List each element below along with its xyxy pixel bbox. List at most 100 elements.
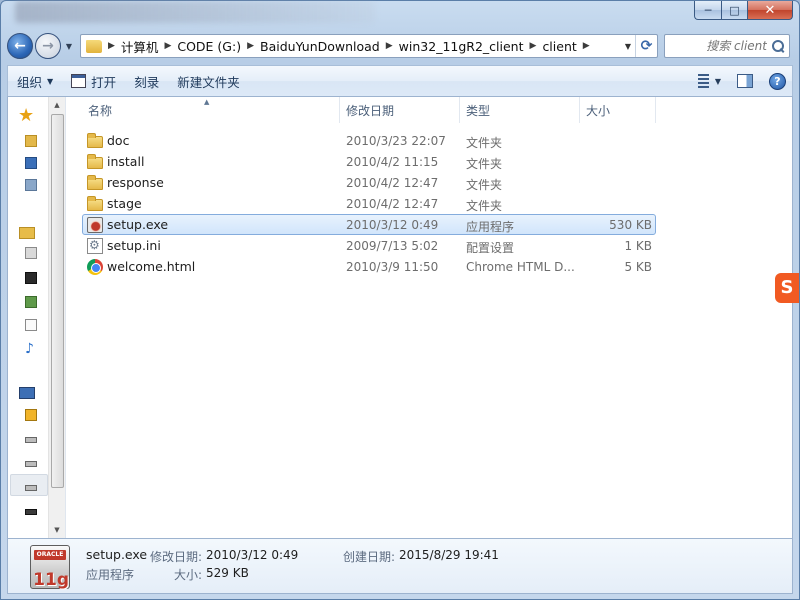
file-modified: 2010/4/2 11:15	[346, 155, 439, 169]
videos-icon[interactable]	[25, 272, 37, 284]
command-bar-right: ▼ ?	[693, 72, 792, 90]
breadcrumb-computer[interactable]: 计算机	[121, 37, 159, 56]
file-size: 530 KB	[609, 218, 652, 232]
address-bar[interactable]: ▶ 计算机 ▶ CODE (G:) ▶ BaiduYunDownload ▶ w…	[80, 34, 658, 58]
column-header-size[interactable]: 大小	[580, 97, 656, 123]
details-modified-value: 2010/3/12 0:49	[206, 548, 299, 562]
refresh-button[interactable]: ⟳	[635, 35, 657, 57]
drive-icon[interactable]	[25, 461, 37, 467]
scroll-up-icon[interactable]: ▲	[49, 97, 65, 113]
new-folder-button[interactable]: 新建文件夹	[168, 66, 249, 96]
column-headers: ▲ 名称 修改日期 类型 大小	[66, 97, 792, 123]
folder-icon	[87, 175, 103, 190]
sogou-ime-badge[interactable]: S	[775, 273, 799, 303]
drive-icon[interactable]	[25, 485, 37, 491]
folder-icon[interactable]	[25, 135, 37, 147]
maximize-button[interactable]: □	[721, 1, 747, 20]
desktop-icon[interactable]	[25, 157, 37, 169]
explorer-window: ─ □ ✕ ← → ▼ ▶ 计算机 ▶ CODE (G:) ▶ BaiduYun…	[0, 0, 800, 600]
documents-icon[interactable]	[25, 319, 37, 331]
favorites-star-icon[interactable]: ★	[18, 107, 36, 125]
file-name: doc	[107, 133, 130, 148]
file-name: response	[107, 175, 164, 190]
details-filename: setup.exe	[86, 547, 148, 562]
navigation-scrollbar[interactable]: ▲ ▼	[48, 97, 65, 538]
folder-icon	[87, 196, 103, 211]
open-button[interactable]: 打开	[62, 66, 125, 96]
chevron-down-icon[interactable]: ▼	[715, 77, 721, 86]
file-name: stage	[107, 196, 142, 211]
window-title-blurred	[15, 1, 375, 23]
column-header-modified[interactable]: 修改日期	[340, 97, 460, 123]
details-modified-label: 修改日期:	[150, 550, 203, 564]
burn-button[interactable]: 刻录	[125, 66, 168, 96]
breadcrumb-drive[interactable]: CODE (G:)	[177, 39, 241, 54]
column-name-label: 名称	[88, 103, 113, 118]
column-header-name[interactable]: 名称	[82, 97, 340, 123]
music-icon[interactable]: ♪	[25, 342, 37, 356]
file-row-welcome-html[interactable]: welcome.html 2010/3/9 11:50 Chrome HTML …	[82, 256, 656, 277]
scroll-down-icon[interactable]: ▼	[49, 522, 65, 538]
breadcrumb-baiduyundownload[interactable]: BaiduYunDownload	[260, 39, 380, 54]
column-header-type[interactable]: 类型	[460, 97, 580, 123]
minimize-button[interactable]: ─	[694, 1, 721, 20]
scrollbar-thumb[interactable]	[51, 114, 64, 488]
search-icon[interactable]	[771, 39, 785, 53]
folder-icon	[87, 154, 103, 169]
command-bar: 组织 ▼ 打开 刻录 新建文件夹 ▼ ?	[7, 65, 793, 97]
breadcrumb-client[interactable]: client	[542, 39, 576, 54]
file-row-setup-exe[interactable]: setup.exe 2010/3/12 0:49 应用程序 530 KB	[82, 214, 656, 235]
back-button[interactable]: ←	[7, 33, 33, 59]
recent-places-icon[interactable]	[25, 179, 37, 191]
chevron-right-icon[interactable]: ▶	[524, 41, 543, 51]
documents-icon[interactable]	[25, 247, 37, 259]
file-row-setup-ini[interactable]: setup.ini 2009/7/13 5:02 配置设置 1 KB	[82, 235, 656, 256]
chevron-right-icon[interactable]: ▶	[380, 41, 399, 51]
file-list-pane: ▲ 名称 修改日期 类型 大小 doc 2010/3/23 22:07 文件夹 …	[66, 97, 792, 538]
file-row-response[interactable]: response 2010/4/2 12:47 文件夹	[82, 172, 656, 193]
windows-drive-icon[interactable]	[25, 409, 37, 421]
recent-pages-dropdown[interactable]: ▼	[62, 42, 76, 51]
file-name: setup.exe	[107, 217, 169, 232]
search-input[interactable]	[677, 39, 767, 53]
file-type: 文件夹	[466, 199, 503, 213]
pictures-icon[interactable]	[25, 296, 37, 308]
help-icon[interactable]: ?	[769, 72, 786, 90]
navigation-bar: ← → ▼ ▶ 计算机 ▶ CODE (G:) ▶ BaiduYunDownlo…	[7, 31, 793, 61]
details-pane: ORACLE 11g setup.exe 修改日期: 2010/3/12 0:4…	[7, 538, 793, 594]
forward-button[interactable]: →	[35, 33, 61, 59]
removable-drive-icon[interactable]	[25, 509, 37, 515]
chevron-right-icon[interactable]: ▶	[577, 41, 596, 51]
new-folder-label: 新建文件夹	[177, 74, 240, 90]
file-modified: 2009/7/13 5:02	[346, 239, 439, 253]
oracle-version-text: 11g	[33, 570, 69, 590]
close-button[interactable]: ✕	[747, 1, 793, 20]
file-modified: 2010/3/12 0:49	[346, 218, 439, 232]
address-history-dropdown[interactable]: ▼	[621, 35, 635, 57]
organize-button[interactable]: 组织 ▼	[8, 66, 62, 96]
caption-buttons: ─ □ ✕	[694, 1, 793, 20]
search-box[interactable]	[664, 34, 790, 58]
file-row-install[interactable]: install 2010/4/2 11:15 文件夹	[82, 151, 656, 172]
chevron-right-icon[interactable]: ▶	[158, 41, 177, 51]
drive-icon[interactable]	[25, 437, 37, 443]
libraries-icon[interactable]	[19, 227, 35, 239]
settings-file-icon	[87, 238, 103, 254]
file-type: 文件夹	[466, 157, 503, 171]
file-row-doc[interactable]: doc 2010/3/23 22:07 文件夹	[82, 130, 656, 151]
breadcrumb-win32-client[interactable]: win32_11gR2_client	[399, 39, 524, 54]
chevron-right-icon[interactable]: ▶	[241, 41, 260, 51]
file-row-stage[interactable]: stage 2010/4/2 12:47 文件夹	[82, 193, 656, 214]
details-view-icon[interactable]	[693, 74, 709, 88]
computer-icon[interactable]	[19, 387, 35, 399]
navigation-pane: ★ ♪ ▲ ▼	[8, 97, 66, 538]
window-icon	[71, 74, 87, 88]
file-type: 配置设置	[466, 241, 515, 255]
file-name: setup.ini	[107, 238, 161, 253]
preview-pane-icon[interactable]	[737, 74, 753, 88]
details-type-value: 应用程序	[86, 568, 135, 582]
column-size-label: 大小	[586, 103, 611, 118]
chevron-down-icon: ▼	[47, 76, 54, 86]
chevron-right-icon[interactable]: ▶	[102, 41, 121, 51]
details-size-value: 529 KB	[206, 566, 249, 580]
